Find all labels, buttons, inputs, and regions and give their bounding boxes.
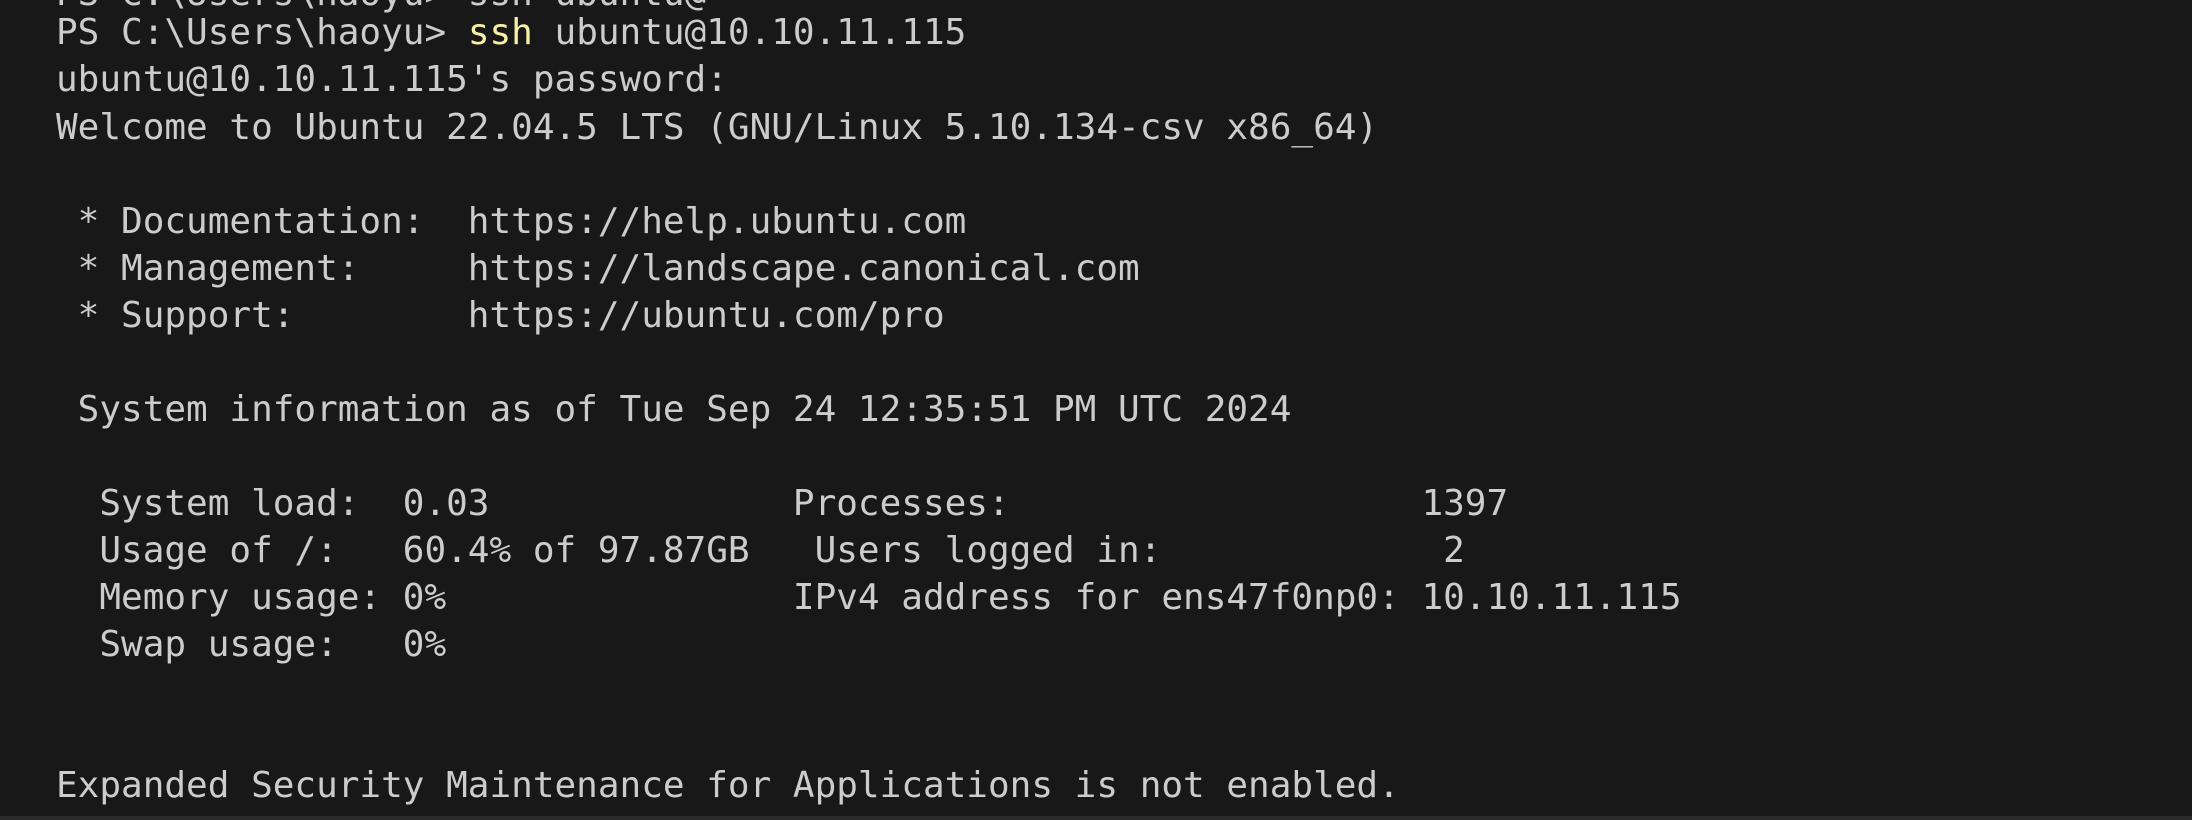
sysinfo-row: Memory usage: 0% IPv4 address for ens47f… — [56, 577, 1682, 618]
prompt-line: PS C:\Users\haoyu> ssh ubuntu@10.10.11.1… — [56, 9, 966, 56]
link-support: * Support: https://ubuntu.com/pro — [56, 295, 945, 336]
link-management: * Management: https://landscape.canonica… — [56, 248, 1140, 289]
sysinfo-header: System information as of Tue Sep 24 12:3… — [56, 389, 1292, 430]
command-name: ssh — [467, 12, 533, 53]
prompt-path: PS C:\Users\haoyu> — [56, 12, 468, 53]
link-documentation: * Documentation: https://help.ubuntu.com — [56, 201, 967, 242]
esm-notice: Expanded Security Maintenance for Applic… — [56, 765, 1400, 806]
welcome-line: Welcome to Ubuntu 22.04.5 LTS (GNU/Linux… — [56, 107, 1379, 148]
sysinfo-row: Usage of /: 60.4% of 97.87GB Users logge… — [56, 530, 1465, 571]
command-argument: ubuntu@10.10.11.115 — [532, 12, 967, 53]
password-prompt: ubuntu@10.10.11.115's password: — [56, 59, 728, 100]
terminal-window[interactable]: PS C:\Users\haoyu> ssh ubuntu@ PS C:\Use… — [0, 0, 2192, 816]
terminal-bottom-border — [0, 816, 2192, 820]
sysinfo-row: System load: 0.03 Processes: 1397 — [56, 483, 1509, 524]
sysinfo-row: Swap usage: 0% — [56, 624, 447, 665]
